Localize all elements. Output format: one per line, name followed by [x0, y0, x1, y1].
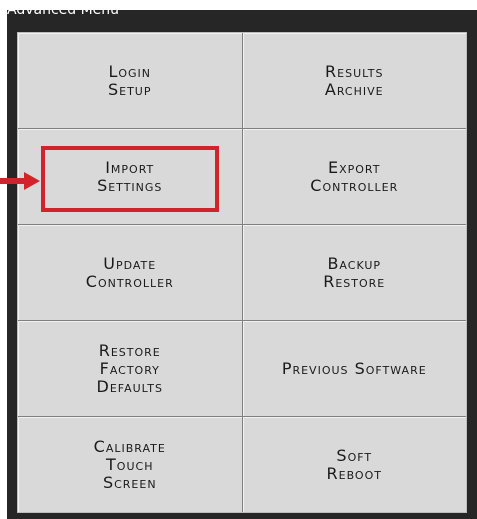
button-label-line: Setup — [107, 79, 152, 99]
window-title: Advanced Menu — [7, 4, 120, 18]
button-label-line: Restore — [323, 271, 386, 291]
button-label-line: Results — [325, 61, 384, 81]
button-label-line: Defaults — [96, 376, 163, 396]
button-label-line: Previous Software — [281, 358, 427, 378]
previous-software-button[interactable]: Previous Software — [242, 321, 466, 416]
button-label-line: Export — [328, 157, 381, 177]
button-label-line: Calibrate — [93, 436, 166, 456]
button-label-line: Reboot — [326, 463, 382, 483]
soft-reboot-button[interactable]: Soft Reboot — [242, 417, 466, 512]
login-setup-button[interactable]: Login Setup — [18, 33, 242, 128]
button-label-line: Factory — [99, 358, 160, 378]
button-label-line: Controller — [310, 175, 399, 195]
export-controller-button[interactable]: Export Controller — [242, 129, 466, 224]
results-archive-button[interactable]: Results Archive — [242, 33, 466, 128]
button-label-line: Login — [108, 61, 152, 81]
button-label-line: Update — [103, 253, 157, 273]
advanced-menu-window: Advanced Menu Login Setup Results Archiv… — [7, 4, 477, 519]
button-label-line: Soft — [336, 445, 373, 465]
menu-grid: Login Setup Results Archive Import Setti… — [17, 32, 467, 513]
button-label-line: Screen — [102, 472, 157, 492]
button-label-line: Backup — [327, 253, 382, 273]
button-label-line: Settings — [97, 175, 163, 195]
button-label-line: Controller — [85, 271, 174, 291]
calibrate-touch-screen-button[interactable]: Calibrate Touch Screen — [18, 417, 242, 512]
button-label-line: Archive — [324, 79, 384, 99]
backup-restore-button[interactable]: Backup Restore — [242, 225, 466, 320]
button-label-line: Touch — [106, 454, 154, 474]
restore-factory-defaults-button[interactable]: Restore Factory Defaults — [18, 321, 242, 416]
import-settings-button[interactable]: Import Settings — [18, 129, 242, 224]
arrow-right-icon — [0, 172, 40, 190]
update-controller-button[interactable]: Update Controller — [18, 225, 242, 320]
button-label-line: Import — [105, 157, 155, 177]
button-label-line: Restore — [98, 340, 161, 360]
